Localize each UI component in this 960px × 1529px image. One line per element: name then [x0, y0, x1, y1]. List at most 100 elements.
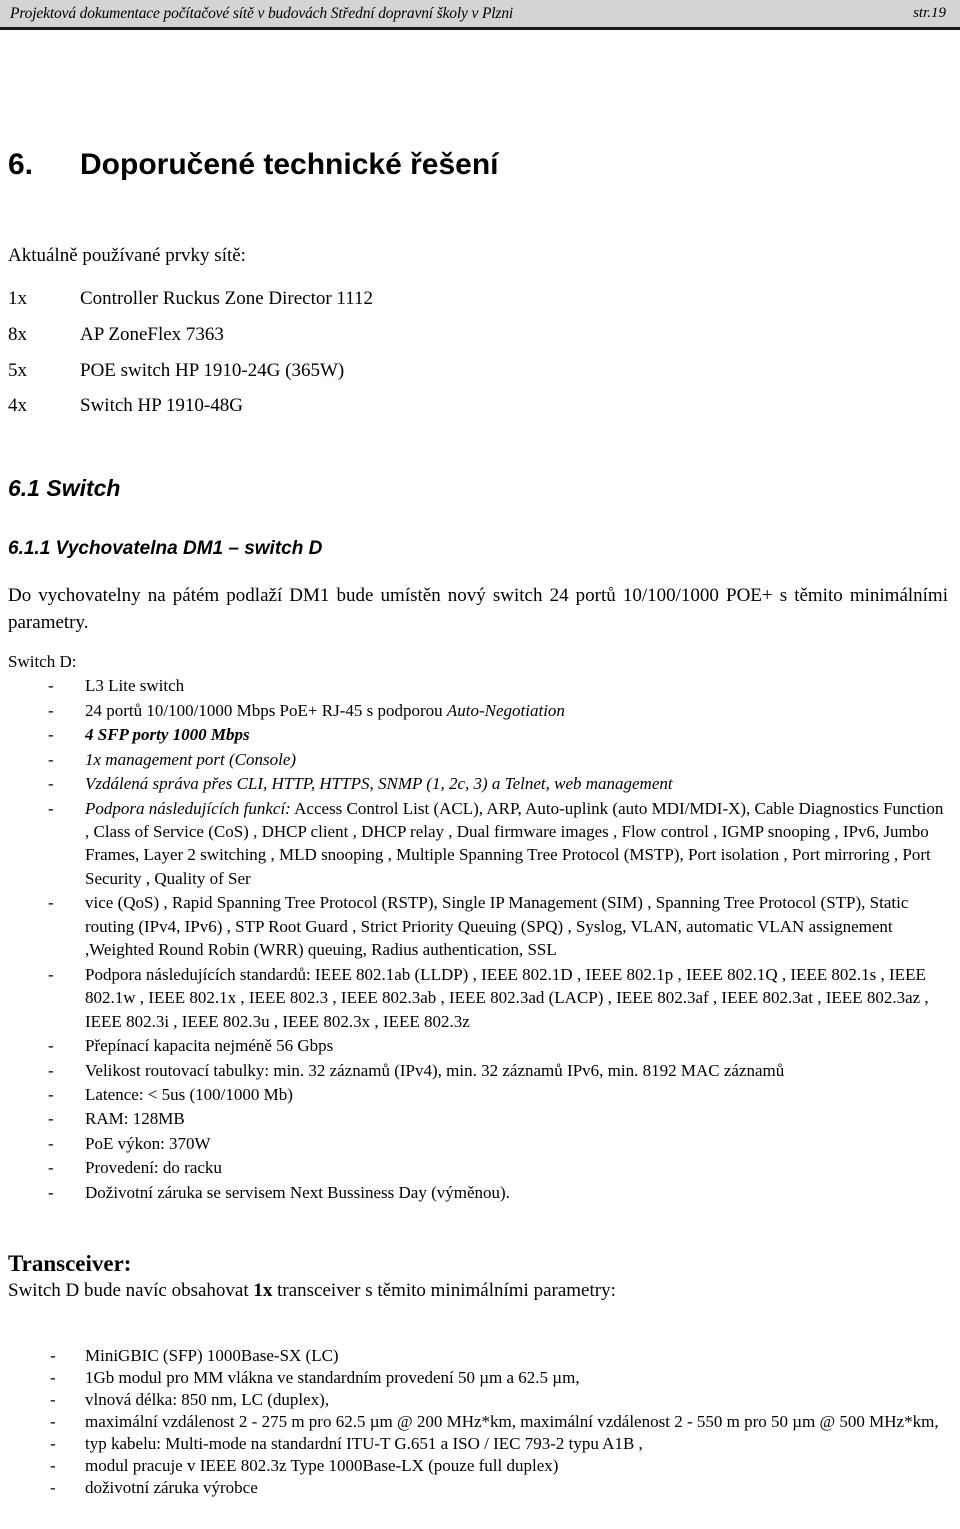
list-item-text: L3 Lite switch [85, 676, 185, 696]
switch-list-label: Switch D: [8, 652, 77, 672]
section-heading-switch: 6.1 Switch [8, 475, 121, 502]
list-item: - Latence: < 5us (100/1000 Mb) [8, 1083, 948, 1106]
list-item: - 1x management port (Console) [8, 748, 948, 771]
inventory-desc: POE switch HP 1910-24G (365W) [80, 359, 345, 381]
header-document-title: Projektová dokumentace počítačové sítě v… [10, 4, 514, 22]
dash-bullet-icon: - [50, 1345, 56, 1365]
list-item-text: 24 portů 10/100/1000 Mbps PoE+ RJ-45 s p… [85, 699, 948, 722]
dash-bullet-icon: - [48, 725, 54, 745]
switch-intro-paragraph: Do vychovatelny na pátém podlaží DM1 bud… [8, 585, 948, 634]
page-content: 6. Doporučené technické řešení Aktuálně … [0, 30, 960, 1499]
list-item: - doživotní záruka výrobce [8, 1477, 948, 1499]
list-item: - Přepínací kapacita nejméně 56 Gbps [8, 1034, 948, 1057]
dash-bullet-icon: - [48, 1158, 54, 1178]
list-item: - vlnová délka: 850 nm, LC (duplex), [8, 1389, 948, 1411]
inventory-desc: Switch HP 1910-48G [80, 395, 243, 417]
list-item-text: vice (QoS) , Rapid Spanning Tree Protoco… [85, 893, 909, 960]
chapter-heading: 6. Doporučené technické řešení [8, 148, 948, 181]
switch-spec-list: - L3 Lite switch - 24 portů 10/100/1000 … [8, 674, 948, 1204]
dash-bullet-icon: - [48, 1085, 54, 1105]
list-item-text: modul pracuje v IEEE 802.3z Type 1000Bas… [85, 1456, 559, 1476]
list-item: - vice (QoS) , Rapid Spanning Tree Proto… [8, 891, 948, 961]
list-item: - Provedení: do racku [8, 1156, 948, 1179]
list-item: - L3 Lite switch [8, 674, 948, 697]
list-item-text-plain: 24 portů 10/100/1000 Mbps PoE+ RJ-45 s p… [85, 700, 447, 720]
list-item-text: typ kabelu: Multi-mode na standardní ITU… [85, 1434, 643, 1454]
transceiver-intro-before: Switch D bude navíc obsahovat [8, 1279, 254, 1301]
inventory-row: 8x AP ZoneFlex 7363 [8, 324, 948, 347]
transceiver-intro-paragraph: Switch D bude navíc obsahovat 1x transce… [8, 1278, 948, 1305]
dash-bullet-icon: - [48, 1036, 54, 1056]
list-item-text: doživotní záruka výrobce [85, 1478, 258, 1498]
list-item-text: MiniGBIC (SFP) 1000Base-SX (LC) [85, 1345, 339, 1365]
dash-bullet-icon: - [50, 1367, 56, 1387]
inventory-qty: 8x [8, 323, 27, 345]
list-item-text: Podpora následujících standardů: IEEE 80… [85, 964, 929, 1031]
header-page-number: str.19 [913, 5, 946, 21]
list-item: - PoE výkon: 370W [8, 1132, 948, 1155]
inventory-list: 1x Controller Ruckus Zone Director 1112 … [8, 288, 948, 418]
list-item: - Velikost routovací tabulky: min. 32 zá… [8, 1059, 948, 1082]
list-item: - 4 SFP porty 1000 Mbps [8, 723, 948, 746]
inventory-desc: AP ZoneFlex 7363 [80, 323, 224, 345]
dash-bullet-icon: - [48, 1133, 54, 1153]
dash-bullet-icon: - [50, 1411, 56, 1431]
list-item: - typ kabelu: Multi-mode na standardní I… [8, 1433, 948, 1455]
list-item-text: RAM: 128MB [85, 1109, 185, 1129]
inventory-desc: Controller Ruckus Zone Director 1112 [80, 287, 374, 309]
dash-bullet-icon: - [48, 964, 54, 984]
inventory-row: 4x Switch HP 1910-48G [8, 395, 948, 418]
section-heading-transceiver: Transceiver: [8, 1251, 132, 1277]
list-item-text: Přepínací kapacita nejméně 56 Gbps [85, 1036, 334, 1056]
list-item: - MiniGBIC (SFP) 1000Base-SX (LC) [8, 1345, 948, 1367]
dash-bullet-icon: - [48, 676, 54, 696]
list-item-text: 4 SFP porty 1000 Mbps [85, 725, 250, 745]
dash-bullet-icon: - [48, 749, 54, 769]
list-item-text: Velikost routovací tabulky: min. 32 zázn… [85, 1060, 785, 1080]
list-item-text: 1x management port (Console) [85, 749, 297, 769]
list-item: - Vzdálená správa přes CLI, HTTP, HTTPS,… [8, 772, 948, 795]
dash-bullet-icon: - [48, 1182, 54, 1202]
list-item-text: Doživotní záruka se servisem Next Bussin… [85, 1182, 510, 1202]
dash-bullet-icon: - [48, 798, 54, 818]
transceiver-spec-list: - MiniGBIC (SFP) 1000Base-SX (LC) - 1Gb … [8, 1345, 948, 1500]
dash-bullet-icon: - [48, 1109, 54, 1129]
list-item: - modul pracuje v IEEE 802.3z Type 1000B… [8, 1455, 948, 1477]
inventory-row: 5x POE switch HP 1910-24G (365W) [8, 360, 948, 383]
list-item: - maximální vzdálenost 2 - 275 m pro 62.… [8, 1411, 948, 1433]
list-item: - Doživotní záruka se servisem Next Buss… [8, 1181, 948, 1204]
dash-bullet-icon: - [50, 1478, 56, 1498]
inventory-row: 1x Controller Ruckus Zone Director 1112 [8, 288, 948, 311]
list-item-text: 1Gb modul pro MM vlákna ve standardním p… [85, 1367, 580, 1387]
list-item-text: Latence: < 5us (100/1000 Mb) [85, 1085, 293, 1105]
dash-bullet-icon: - [48, 1060, 54, 1080]
transceiver-intro-after: transceiver s těmito minimálními paramet… [272, 1279, 616, 1301]
chapter-title: Doporučené technické řešení [80, 148, 499, 181]
inventory-qty: 5x [8, 359, 27, 381]
dash-bullet-icon: - [48, 893, 54, 913]
inventory-qty: 4x [8, 395, 27, 417]
subsection-heading-vychovatelna: 6.1.1 Vychovatelna DM1 – switch D [8, 537, 323, 559]
transceiver-intro-count: 1x [253, 1279, 273, 1301]
dash-bullet-icon: - [48, 774, 54, 794]
dash-bullet-icon: - [50, 1456, 56, 1476]
list-item-text: Vzdálená správa přes CLI, HTTP, HTTPS, S… [85, 774, 673, 794]
inventory-qty: 1x [8, 287, 27, 309]
dash-bullet-icon: - [50, 1434, 56, 1454]
inventory-lead: Aktuálně používané prvky sítě: [8, 245, 246, 266]
list-item: - RAM: 128MB [8, 1107, 948, 1130]
list-item-text: Provedení: do racku [85, 1158, 222, 1178]
list-item-text-emphasis: Auto-Negotiation [446, 700, 565, 720]
list-item: - Podpora následujících standardů: IEEE … [8, 963, 948, 1033]
list-item: - 1Gb modul pro MM vlákna ve standardním… [8, 1367, 948, 1389]
list-item: - Podpora následujících funkcí: Access C… [8, 797, 948, 891]
page-running-header: Projektová dokumentace počítačové sítě v… [0, 0, 960, 30]
dash-bullet-icon: - [48, 700, 54, 720]
chapter-number: 6. [8, 148, 34, 181]
list-item-text: vlnová délka: 850 nm, LC (duplex), [85, 1389, 330, 1409]
list-item-text-emphasis: Podpora následujících funkcí: [85, 798, 291, 818]
dash-bullet-icon: - [50, 1389, 56, 1409]
list-item-text: PoE výkon: 370W [85, 1133, 211, 1153]
list-item-text: Podpora následujících funkcí: Access Con… [85, 797, 948, 891]
list-item-text: maximální vzdálenost 2 - 275 m pro 62.5 … [85, 1411, 939, 1431]
